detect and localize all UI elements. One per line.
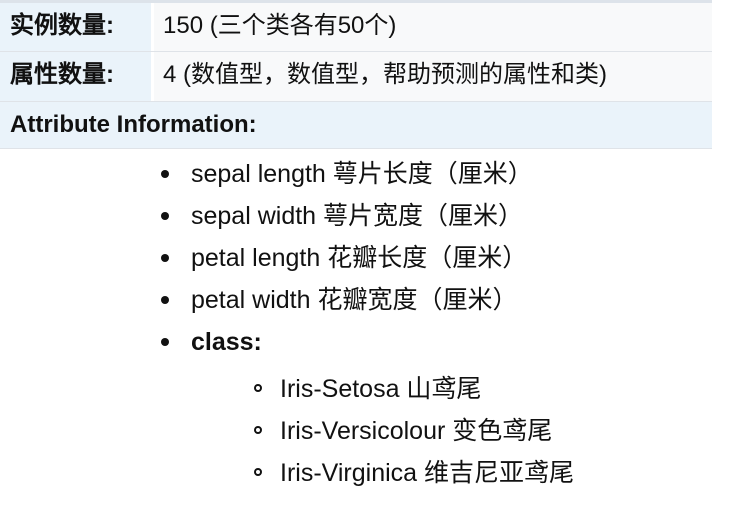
attribute-information-header: Attribute Information:	[0, 102, 712, 149]
label-column-spacer	[0, 149, 151, 526]
bullet-circle-icon	[254, 384, 262, 392]
table-row-attribute-count: 属性数量: 4 (数值型，数值型，帮助预测的属性和类)	[0, 52, 712, 102]
bullet-disc-icon	[161, 338, 169, 346]
class-text: Iris-Virginica 维吉尼亚鸢尾	[280, 459, 575, 487]
bullet-circle-icon	[254, 426, 262, 434]
bullet-circle-icon	[254, 468, 262, 476]
list-item-iris-versicolour: Iris-Versicolour 变色鸢尾	[254, 416, 553, 446]
bullet-disc-icon	[161, 296, 169, 304]
list-item-iris-virginica: Iris-Virginica 维吉尼亚鸢尾	[254, 458, 575, 488]
attribute-list-container: sepal length 萼片长度（厘米） sepal width 萼片宽度（厘…	[151, 149, 712, 526]
attribute-text: petal width 花瓣宽度（厘米）	[191, 286, 518, 314]
iris-dataset-info: 实例数量: 150 (三个类各有50个) 属性数量: 4 (数值型，数值型，帮助…	[0, 0, 744, 526]
instance-count-value: 150 (三个类各有50个)	[154, 3, 712, 51]
class-text: Iris-Versicolour 变色鸢尾	[280, 417, 553, 445]
instance-count-label: 实例数量:	[0, 3, 151, 51]
bullet-disc-icon	[161, 212, 169, 220]
attribute-text: sepal length 萼片长度（厘米）	[191, 160, 533, 188]
bullet-disc-icon	[161, 254, 169, 262]
class-text: Iris-Setosa 山鸢尾	[280, 375, 482, 403]
list-item-iris-setosa: Iris-Setosa 山鸢尾	[254, 374, 482, 404]
table-row-instance-count: 实例数量: 150 (三个类各有50个)	[0, 3, 712, 52]
list-item-petal-width: petal width 花瓣宽度（厘米）	[161, 285, 518, 315]
attribute-text: petal length 花瓣长度（厘米）	[191, 244, 528, 272]
attribute-text: sepal width 萼片宽度（厘米）	[191, 202, 524, 230]
list-item-sepal-length: sepal length 萼片长度（厘米）	[161, 159, 533, 189]
attribute-count-value: 4 (数值型，数值型，帮助预测的属性和类)	[154, 52, 712, 101]
class-heading: class:	[191, 328, 262, 356]
list-item-class: class:	[161, 327, 262, 357]
attribute-count-label: 属性数量:	[0, 52, 151, 101]
list-item-sepal-width: sepal width 萼片宽度（厘米）	[161, 201, 524, 231]
bullet-disc-icon	[161, 170, 169, 178]
list-item-petal-length: petal length 花瓣长度（厘米）	[161, 243, 528, 273]
